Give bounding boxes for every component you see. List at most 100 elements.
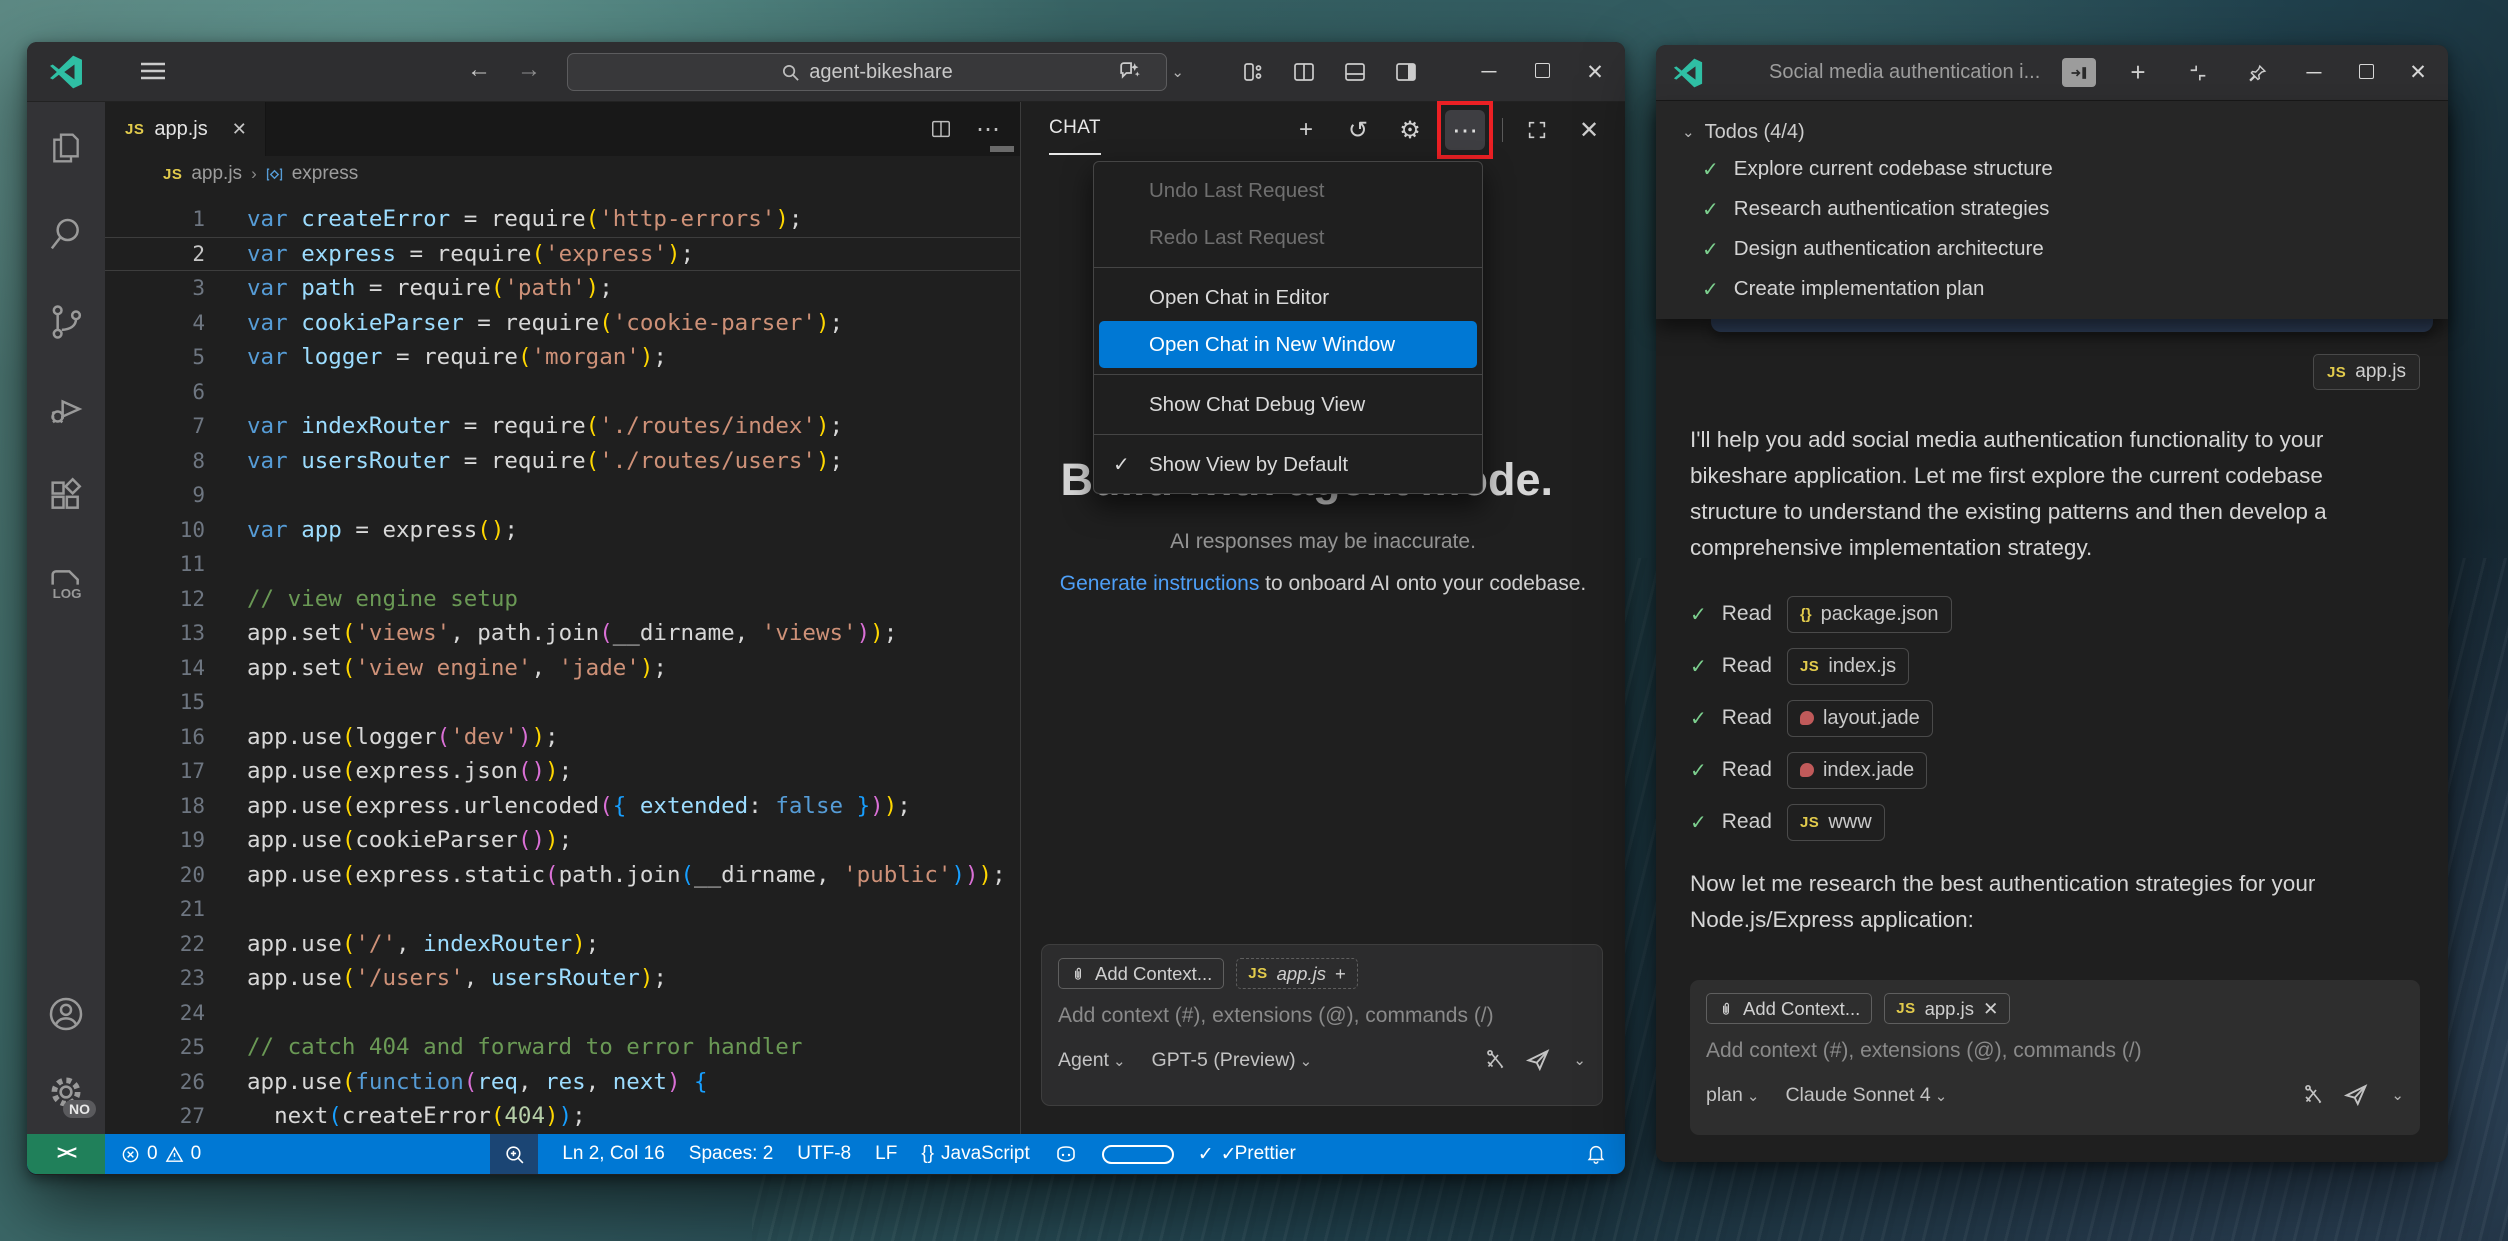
chat-input-box[interactable]: Add Context... JS app.js ✕ Add context (… [1690, 980, 2420, 1135]
chat-more-actions-icon[interactable]: ⋯ [1445, 110, 1485, 150]
used-file-badge[interactable]: JS app.js [2313, 354, 2420, 390]
copilot-chat-icon[interactable] [1116, 59, 1142, 85]
code-line[interactable]: 12// view engine setup [105, 582, 1020, 617]
breadcrumb[interactable]: JS app.js › express [105, 156, 1020, 192]
problems-status[interactable]: 0 0 [121, 1143, 201, 1165]
menu-item[interactable]: ✓Show View by Default [1094, 441, 1482, 488]
code-line[interactable]: 26app.use(function(req, res, next) { [105, 1065, 1020, 1100]
extensions-icon[interactable] [44, 474, 88, 518]
menu-icon[interactable] [139, 59, 167, 85]
code-line[interactable]: 27 next(createError(404)); [105, 1099, 1020, 1134]
chat-input-box[interactable]: Add Context... JS app.js + Add context (… [1041, 944, 1603, 1106]
code-line[interactable]: 24 [105, 996, 1020, 1031]
file-pill[interactable]: {}package.json [1787, 596, 1952, 633]
code-line[interactable]: 17app.use(express.json()); [105, 754, 1020, 789]
code-line[interactable]: 7var indexRouter = require('./routes/ind… [105, 409, 1020, 444]
file-pill[interactable]: JSwww [1787, 804, 1885, 841]
chat-history-icon[interactable]: ↺ [1340, 112, 1376, 148]
back-icon[interactable]: ← [462, 56, 496, 84]
notifications-bell-icon[interactable] [1585, 1143, 1607, 1165]
file-pill[interactable]: layout.jade [1787, 700, 1933, 737]
breadcrumb-file[interactable]: app.js [191, 163, 242, 185]
maximize-icon[interactable] [1528, 60, 1556, 84]
add-attachment-icon[interactable]: + [1335, 963, 1346, 985]
account-icon[interactable] [44, 992, 88, 1036]
editor-more-actions-icon[interactable]: ⋯ [976, 115, 1000, 144]
mode-picker[interactable]: Agent⌄ [1058, 1049, 1126, 1072]
zoom-status-button[interactable] [490, 1134, 538, 1174]
dock-chat-to-editor-icon[interactable] [2062, 58, 2096, 87]
breadcrumb-symbol[interactable]: express [292, 163, 359, 185]
language-mode[interactable]: {}JavaScript [921, 1143, 1029, 1165]
chat-input-placeholder[interactable]: Add context (#), extensions (@), command… [1058, 1004, 1586, 1028]
close-window-icon[interactable]: ✕ [1581, 60, 1609, 85]
split-editor-icon[interactable] [1291, 59, 1317, 85]
minimize-icon[interactable]: ─ [2300, 61, 2328, 85]
code-line[interactable]: 9 [105, 478, 1020, 513]
send-options-chevron-icon[interactable]: ⌄ [2391, 1086, 2404, 1104]
chevron-down-icon[interactable]: ⌄ [1171, 63, 1184, 81]
add-context-button[interactable]: Add Context... [1058, 958, 1224, 989]
code-line[interactable]: 13app.set('views', path.join(__dirname, … [105, 616, 1020, 651]
indentation-status[interactable]: Spaces: 2 [689, 1143, 774, 1165]
command-center-search[interactable]: agent-bikeshare [567, 53, 1167, 91]
formatter-status[interactable]: ✓✓ Prettier [1198, 1143, 1296, 1166]
code-line[interactable]: 14app.set('view engine', 'jade'); [105, 651, 1020, 686]
code-line[interactable]: 20app.use(express.static(path.join(__dir… [105, 858, 1020, 893]
file-pill[interactable]: index.jade [1787, 752, 1927, 789]
attached-file-chip[interactable]: JS app.js + [1236, 958, 1358, 989]
code-line[interactable]: 11 [105, 547, 1020, 582]
code-line[interactable]: 18app.use(express.urlencoded({ extended:… [105, 789, 1020, 824]
chat-settings-gear-icon[interactable]: ⚙ [1392, 112, 1428, 148]
copilot-progress-pill[interactable] [1102, 1145, 1174, 1164]
send-icon[interactable] [1525, 1047, 1551, 1073]
code-line[interactable]: 10var app = express(); [105, 513, 1020, 548]
attached-file-chip[interactable]: JS app.js ✕ [1884, 993, 2010, 1024]
copilot-status-icon[interactable] [1054, 1142, 1078, 1166]
cursor-position[interactable]: Ln 2, Col 16 [562, 1143, 664, 1165]
settings-gear-icon[interactable]: NO [44, 1070, 88, 1114]
remote-indicator[interactable]: >< [27, 1134, 105, 1174]
code-line[interactable]: 21 [105, 892, 1020, 927]
generate-instructions-link[interactable]: Generate instructions [1060, 572, 1260, 595]
code-line[interactable]: 3var path = require('path'); [105, 271, 1020, 306]
file-pill[interactable]: JSindex.js [1787, 648, 1909, 685]
code-editor[interactable]: 1var createError = require('http-errors'… [105, 192, 1020, 1134]
code-line[interactable]: 5var logger = require('morgan'); [105, 340, 1020, 375]
add-context-button[interactable]: Add Context... [1706, 993, 1872, 1024]
search-sidebar-icon[interactable] [44, 213, 88, 257]
split-editor-right-icon[interactable] [928, 116, 954, 142]
configure-tools-icon[interactable] [2301, 1083, 2325, 1107]
new-chat-icon[interactable]: + [1288, 112, 1324, 148]
code-line[interactable]: 19app.use(cookieParser()); [105, 823, 1020, 858]
send-options-chevron-icon[interactable]: ⌄ [1573, 1051, 1586, 1069]
close-window-icon[interactable]: ✕ [2404, 60, 2432, 85]
model-picker[interactable]: Claude Sonnet 4⌄ [1785, 1084, 1947, 1107]
forward-icon[interactable]: → [512, 56, 546, 84]
menu-item[interactable]: Show Chat Debug View [1094, 381, 1482, 428]
toggle-panel-icon[interactable] [1342, 59, 1368, 85]
chat-tab[interactable]: CHAT [1049, 117, 1101, 143]
run-debug-icon[interactable] [44, 387, 88, 431]
tab-close-icon[interactable]: ✕ [232, 119, 247, 140]
explorer-icon[interactable] [44, 126, 88, 170]
code-line[interactable]: 25// catch 404 and forward to error hand… [105, 1030, 1020, 1065]
minimize-icon[interactable]: ─ [1475, 60, 1503, 84]
code-line[interactable]: 2var express = require('express'); [105, 237, 1020, 272]
collapse-window-icon[interactable] [2180, 55, 2216, 91]
todos-header[interactable]: ⌄ Todos (4/4) [1678, 115, 2426, 149]
menu-item[interactable]: Open Chat in New Window [1099, 321, 1477, 368]
configure-tools-icon[interactable] [1483, 1048, 1507, 1072]
code-line[interactable]: 22app.use('/', indexRouter); [105, 927, 1020, 962]
code-line[interactable]: 6 [105, 375, 1020, 410]
encoding-status[interactable]: UTF-8 [797, 1143, 851, 1165]
customize-layout-icon[interactable] [1240, 59, 1266, 85]
menu-item[interactable]: Undo Last Request [1094, 167, 1482, 214]
code-line[interactable]: 15 [105, 685, 1020, 720]
pin-window-icon[interactable] [2240, 55, 2276, 91]
new-chat-icon[interactable]: + [2120, 55, 2156, 91]
menu-item[interactable]: Redo Last Request [1094, 214, 1482, 261]
chat-input-placeholder[interactable]: Add context (#), extensions (@), command… [1706, 1039, 2404, 1063]
tab-appjs[interactable]: JS app.js ✕ [105, 102, 266, 156]
code-line[interactable]: 4var cookieParser = require('cookie-pars… [105, 306, 1020, 341]
